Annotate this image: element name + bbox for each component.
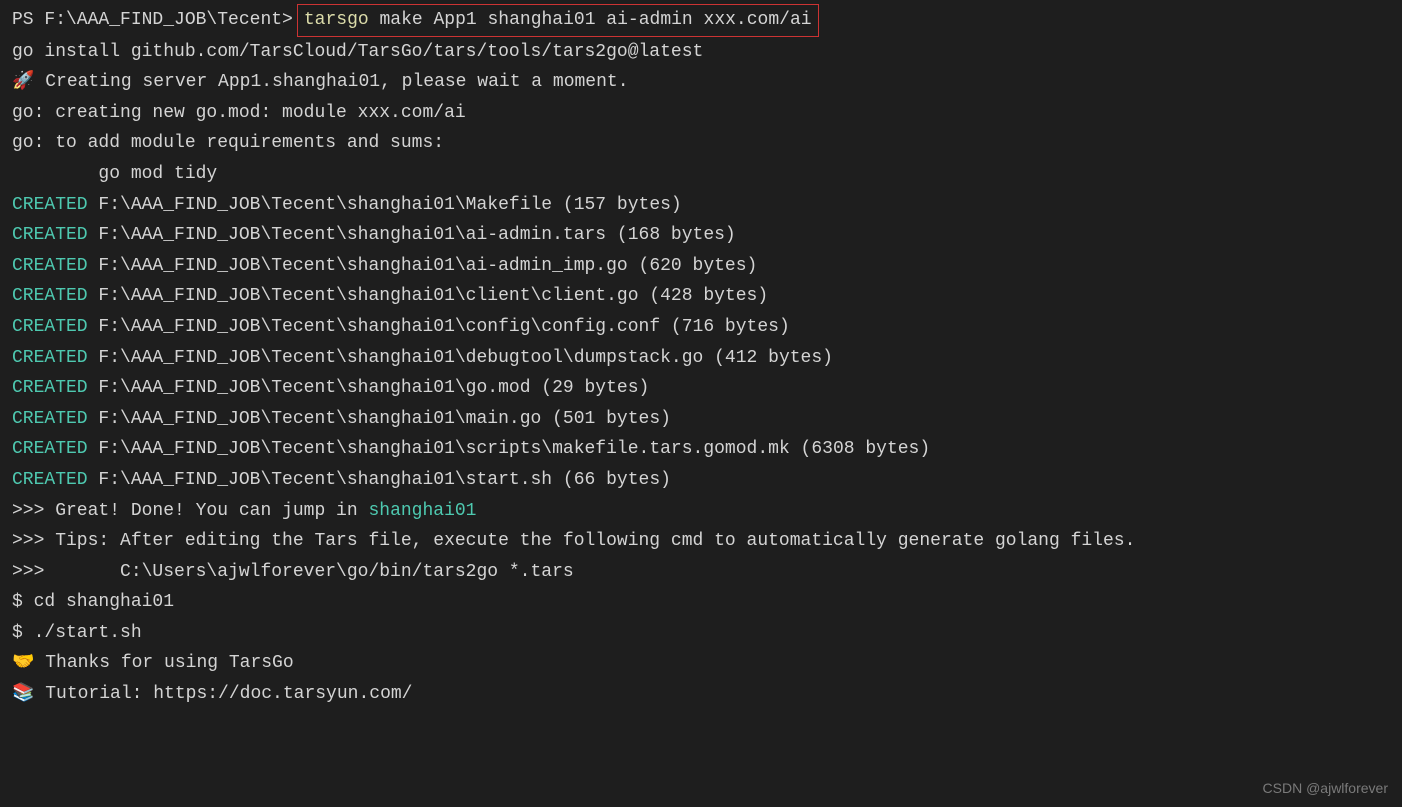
terminal-output: PS F:\AAA_FIND_JOB\Tecent> tarsgo make A… (12, 4, 1390, 710)
watermark: CSDN @ajwlforever (1263, 777, 1388, 801)
created-path: F:\AAA_FIND_JOB\Tecent\shanghai01\client… (88, 286, 769, 306)
created-label: CREATED (12, 317, 88, 337)
created-label: CREATED (12, 439, 88, 459)
output-done-line: >>> Great! Done! You can jump in shangha… (12, 496, 1390, 527)
created-file-line: CREATED F:\AAA_FIND_JOB\Tecent\shanghai0… (12, 220, 1390, 251)
done-prefix: >>> Great! Done! You can jump in (12, 501, 368, 521)
output-line: 🚀 Creating server App1.shanghai01, pleas… (12, 67, 1390, 98)
output-cd-line: $ cd shanghai01 (12, 587, 1390, 618)
output-tips-line: >>> Tips: After editing the Tars file, e… (12, 526, 1390, 557)
created-file-line: CREATED F:\AAA_FIND_JOB\Tecent\shanghai0… (12, 343, 1390, 374)
created-files-list: CREATED F:\AAA_FIND_JOB\Tecent\shanghai0… (12, 190, 1390, 496)
output-start-line: $ ./start.sh (12, 618, 1390, 649)
output-line: go mod tidy (12, 159, 1390, 190)
output-line: go: creating new go.mod: module xxx.com/… (12, 98, 1390, 129)
created-label: CREATED (12, 470, 88, 490)
output-tips-cmd-line: >>> C:\Users\ajwlforever\go/bin/tars2go … (12, 557, 1390, 588)
created-path: F:\AAA_FIND_JOB\Tecent\shanghai01\ai-adm… (88, 256, 758, 276)
created-label: CREATED (12, 225, 88, 245)
command-args: make App1 shanghai01 ai-admin xxx.com/ai (369, 10, 812, 30)
created-file-line: CREATED F:\AAA_FIND_JOB\Tecent\shanghai0… (12, 281, 1390, 312)
created-label: CREATED (12, 409, 88, 429)
created-path: F:\AAA_FIND_JOB\Tecent\shanghai01\ai-adm… (88, 225, 736, 245)
created-file-line: CREATED F:\AAA_FIND_JOB\Tecent\shanghai0… (12, 251, 1390, 282)
created-path: F:\AAA_FIND_JOB\Tecent\shanghai01\Makefi… (88, 195, 682, 215)
created-path: F:\AAA_FIND_JOB\Tecent\shanghai01\go.mod… (88, 378, 650, 398)
done-target: shanghai01 (368, 501, 476, 521)
command-name: tarsgo (304, 10, 369, 30)
created-label: CREATED (12, 195, 88, 215)
created-label: CREATED (12, 348, 88, 368)
created-label: CREATED (12, 378, 88, 398)
output-line: go install github.com/TarsCloud/TarsGo/t… (12, 37, 1390, 68)
created-file-line: CREATED F:\AAA_FIND_JOB\Tecent\shanghai0… (12, 434, 1390, 465)
prompt-line: PS F:\AAA_FIND_JOB\Tecent> tarsgo make A… (12, 4, 1390, 37)
created-path: F:\AAA_FIND_JOB\Tecent\shanghai01\start.… (88, 470, 671, 490)
created-file-line: CREATED F:\AAA_FIND_JOB\Tecent\shanghai0… (12, 190, 1390, 221)
created-file-line: CREATED F:\AAA_FIND_JOB\Tecent\shanghai0… (12, 373, 1390, 404)
prompt-path: PS F:\AAA_FIND_JOB\Tecent> (12, 5, 293, 36)
created-file-line: CREATED F:\AAA_FIND_JOB\Tecent\shanghai0… (12, 312, 1390, 343)
created-path: F:\AAA_FIND_JOB\Tecent\shanghai01\debugt… (88, 348, 833, 368)
created-label: CREATED (12, 256, 88, 276)
output-thanks-line: 🤝 Thanks for using TarsGo (12, 648, 1390, 679)
output-tutorial-line: 📚 Tutorial: https://doc.tarsyun.com/ (12, 679, 1390, 710)
command-highlight-box: tarsgo make App1 shanghai01 ai-admin xxx… (297, 4, 819, 37)
created-path: F:\AAA_FIND_JOB\Tecent\shanghai01\config… (88, 317, 790, 337)
created-label: CREATED (12, 286, 88, 306)
output-line: go: to add module requirements and sums: (12, 128, 1390, 159)
created-file-line: CREATED F:\AAA_FIND_JOB\Tecent\shanghai0… (12, 465, 1390, 496)
created-path: F:\AAA_FIND_JOB\Tecent\shanghai01\script… (88, 439, 931, 459)
created-file-line: CREATED F:\AAA_FIND_JOB\Tecent\shanghai0… (12, 404, 1390, 435)
created-path: F:\AAA_FIND_JOB\Tecent\shanghai01\main.g… (88, 409, 671, 429)
